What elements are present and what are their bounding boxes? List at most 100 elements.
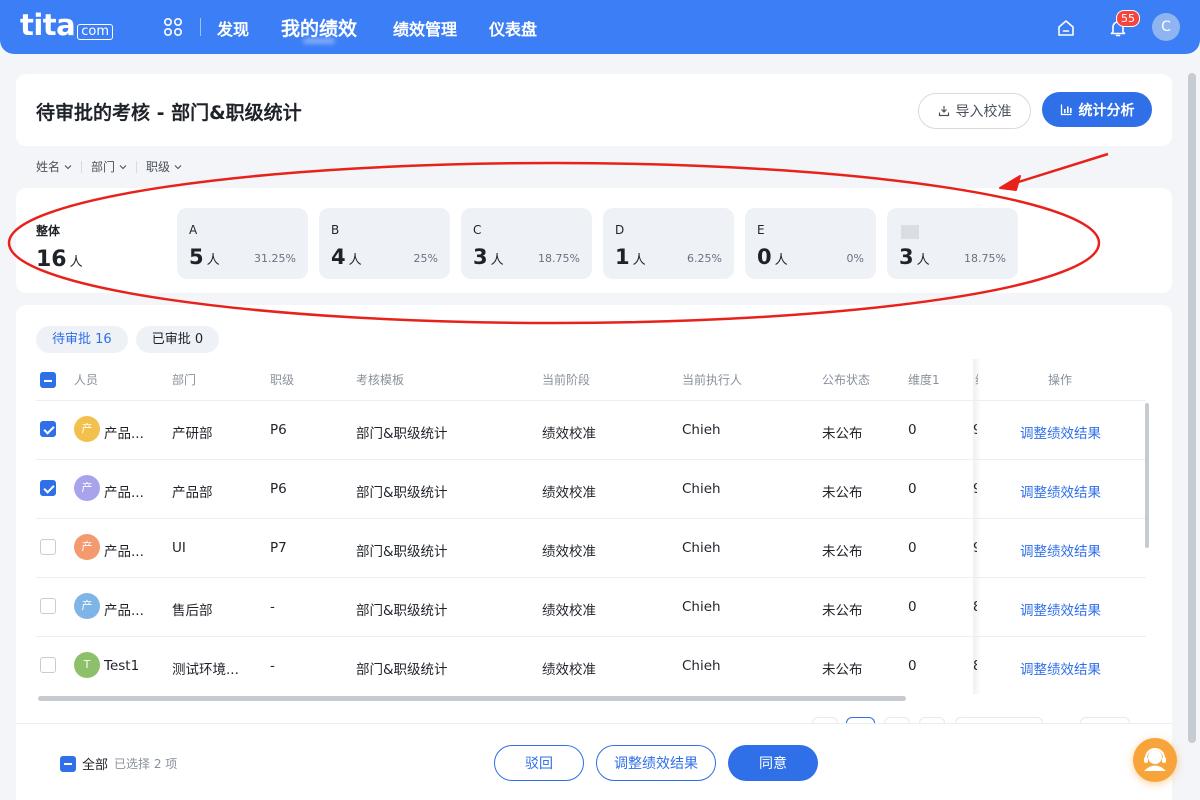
select-all-footer-checkbox[interactable]	[60, 755, 76, 772]
grade-box-e[interactable]: E 0人 0%	[745, 208, 876, 279]
page-title: 待审批的考核 - 部门&职级统计	[36, 102, 302, 124]
nav-item-performance-management[interactable]: 绩效管理	[393, 16, 457, 40]
adjust-result-link[interactable]: 调整绩效结果	[1020, 599, 1101, 619]
person-name[interactable]: 产品...	[104, 481, 144, 501]
adjust-result-link[interactable]: 调整绩效结果	[1020, 481, 1101, 501]
import-calibration-button[interactable]: 导入校准	[918, 93, 1031, 129]
notification-badge: 55	[1116, 10, 1140, 27]
column-header-level: 职级	[270, 373, 295, 387]
horizontal-scrollbar[interactable]	[38, 696, 906, 701]
selected-count: 已选择 2 项	[114, 757, 178, 771]
import-calibration-label: 导入校准	[955, 104, 1012, 120]
grade-percentage: 6.25%	[687, 252, 722, 265]
department-cell: UI	[172, 540, 186, 556]
executor-cell: Chieh	[682, 540, 721, 556]
grade-percentage: 0%	[846, 252, 864, 265]
row-checkbox[interactable]	[40, 657, 56, 673]
grade-count: 1人	[615, 245, 646, 269]
person-name[interactable]: 产品...	[104, 599, 144, 619]
dimension-2-cell: 9	[973, 422, 977, 438]
dimension-1-cell: 0	[908, 540, 917, 556]
row-checkbox[interactable]	[40, 598, 56, 614]
adjust-result-link[interactable]: 调整绩效结果	[1020, 658, 1101, 678]
logo-suffix: com	[77, 24, 114, 40]
filter-name-label: 姓名	[36, 160, 61, 174]
grade-percentage: 25%	[413, 252, 438, 265]
table-header: 人员 部门 职级 考核模板 当前阶段 当前执行人 公布状态 维度1 维 操作	[36, 363, 1146, 401]
approve-button[interactable]: 同意	[728, 745, 818, 781]
unit-label: 人	[774, 253, 788, 268]
row-checkbox[interactable]	[40, 421, 56, 437]
grade-count: 4人	[331, 245, 362, 269]
avatar: 产	[74, 416, 100, 442]
template-cell: 部门&职级统计	[356, 426, 448, 442]
nav-item-my-performance[interactable]: 我的绩效	[281, 14, 357, 41]
reject-button[interactable]: 驳回	[494, 745, 584, 781]
table-row[interactable]: T Test1 测试环境... - 部门&职级统计 绩效校准 Chieh 未公布…	[36, 636, 1146, 695]
level-cell: -	[270, 599, 275, 615]
row-checkbox[interactable]	[40, 480, 56, 496]
customer-service-button[interactable]	[1133, 738, 1177, 782]
user-avatar[interactable]: C	[1152, 13, 1180, 41]
grade-box-c[interactable]: C 3人 18.75%	[461, 208, 592, 279]
filter-name[interactable]: 姓名	[36, 158, 72, 175]
grade-count-value: 3	[473, 245, 488, 269]
table-row[interactable]: 产 产品... 产研部 P6 部门&职级统计 绩效校准 Chieh 未公布 0 …	[36, 400, 1146, 459]
adjust-result-link[interactable]: 调整绩效结果	[1020, 540, 1101, 560]
executor-cell: Chieh	[682, 658, 721, 674]
chevron-down-icon	[174, 164, 182, 169]
adjust-result-link[interactable]: 调整绩效结果	[1020, 422, 1101, 442]
stage-cell: 绩效校准	[542, 603, 596, 619]
filter-level[interactable]: 职级	[146, 158, 182, 175]
executor-cell: Chieh	[682, 422, 721, 438]
row-checkbox[interactable]	[40, 539, 56, 555]
chevron-down-icon	[64, 164, 72, 169]
person-name[interactable]: 产品...	[104, 422, 144, 442]
dimension-2-cell: 8	[973, 599, 977, 615]
select-all-checkbox[interactable]	[40, 372, 56, 388]
publish-status-cell: 未公布	[822, 662, 863, 678]
grade-count-value: 3	[899, 245, 914, 269]
publish-status-cell: 未公布	[822, 544, 863, 560]
column-header-stage: 当前阶段	[542, 373, 591, 387]
grade-box-d[interactable]: D 1人 6.25%	[603, 208, 734, 279]
grade-box-b[interactable]: B 4人 25%	[319, 208, 450, 279]
adjust-result-button[interactable]: 调整绩效结果	[596, 745, 716, 781]
table-row[interactable]: 产 产品... 产品部 P6 部门&职级统计 绩效校准 Chieh 未公布 0 …	[36, 459, 1146, 518]
annotation-arrow-shaft	[1011, 152, 1109, 186]
column-header-publish-status: 公布状态	[822, 373, 871, 387]
table-row[interactable]: 产 产品... UI P7 部门&职级统计 绩效校准 Chieh 未公布 0 9…	[36, 518, 1146, 577]
overall-stat: 整体 16 人	[36, 222, 83, 272]
tita-logo[interactable]: tita com	[20, 8, 114, 42]
department-cell: 产研部	[172, 426, 213, 442]
tab-pending[interactable]: 待审批 16	[36, 326, 128, 353]
home-icon[interactable]	[1056, 18, 1076, 38]
statistics-analysis-button[interactable]: 统计分析	[1042, 92, 1152, 127]
person-name[interactable]: Test1	[104, 658, 139, 674]
nav-item-discover[interactable]: 发现	[217, 16, 249, 40]
template-cell: 部门&职级统计	[356, 603, 448, 619]
select-all-footer[interactable]: 全部 已选择 2 项	[60, 754, 177, 773]
nav-item-dashboard[interactable]: 仪表盘	[489, 16, 537, 40]
dimension-1-cell: 0	[908, 658, 917, 674]
person-name[interactable]: 产品...	[104, 540, 144, 560]
page-vertical-scrollbar[interactable]	[1188, 73, 1196, 743]
filter-department[interactable]: 部门	[91, 158, 127, 175]
grade-box-a[interactable]: A 5人 31.25%	[177, 208, 308, 279]
grade-label: C	[473, 223, 482, 237]
grade-count-value: 5	[189, 245, 204, 269]
filter-bar: 姓名 部门 职级	[36, 158, 182, 175]
table-row[interactable]: 产 产品... 售后部 - 部门&职级统计 绩效校准 Chieh 未公布 0 8…	[36, 577, 1146, 636]
avatar: 产	[74, 534, 100, 560]
stage-cell: 绩效校准	[542, 544, 596, 560]
stage-cell: 绩效校准	[542, 662, 596, 678]
publish-status-cell: 未公布	[822, 426, 863, 442]
template-cell: 部门&职级统计	[356, 485, 448, 501]
tab-approved[interactable]: 已审批 0	[135, 326, 220, 353]
avatar: T	[74, 652, 100, 678]
table-vertical-scrollbar[interactable]	[1145, 403, 1149, 548]
grade-box-ungraded[interactable]: 3人 18.75%	[887, 208, 1018, 279]
department-cell: 产品部	[172, 485, 213, 501]
unit-label: 人	[348, 253, 362, 268]
apps-grid-icon[interactable]	[163, 17, 183, 37]
